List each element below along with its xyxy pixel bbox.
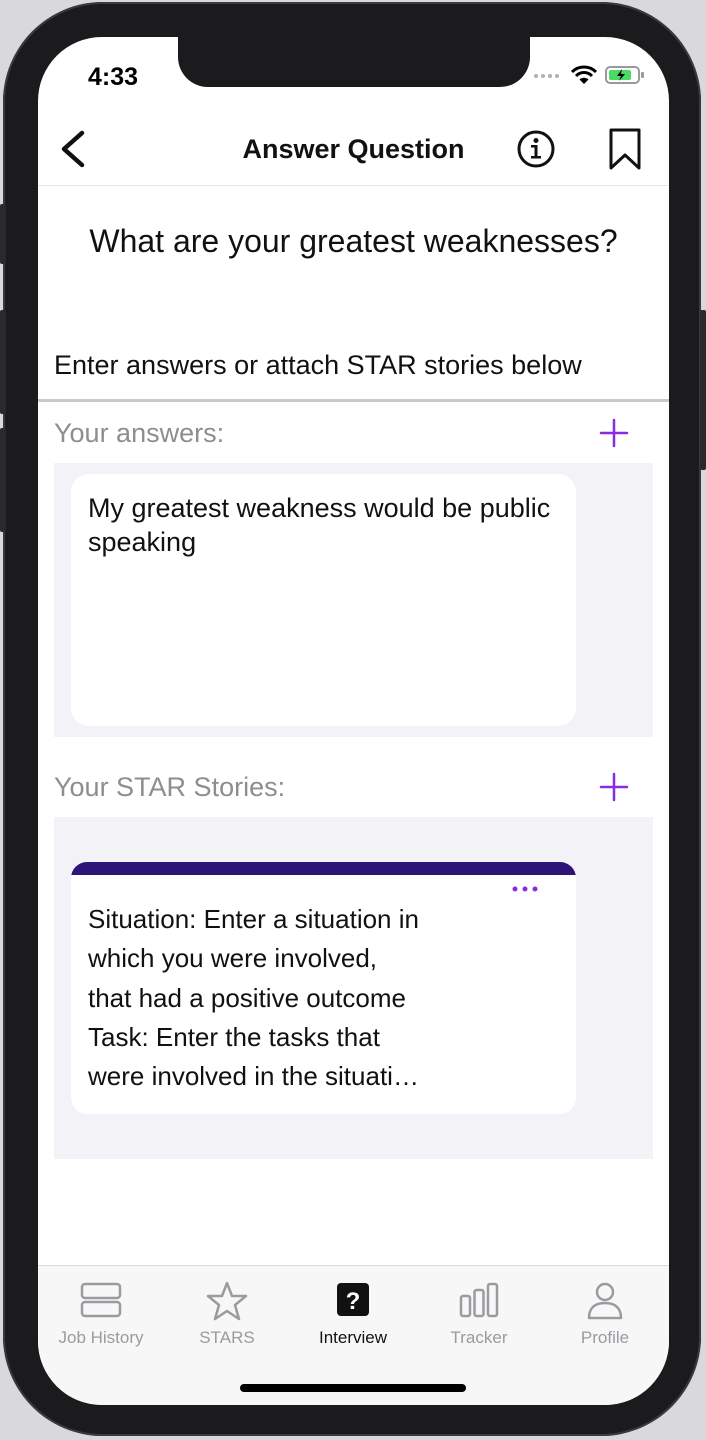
stories-section-label: Your STAR Stories: xyxy=(54,772,286,802)
app-screen: 4:33 Answer Question What are your great… xyxy=(38,37,669,1405)
side-button xyxy=(0,204,6,264)
bookmark-icon[interactable] xyxy=(608,127,642,171)
navigation-bar: Answer Question xyxy=(38,117,669,186)
star-icon xyxy=(206,1281,248,1321)
svg-text:?: ? xyxy=(346,1288,361,1315)
side-button xyxy=(0,310,6,414)
tab-interview[interactable]: ? Interview xyxy=(290,1280,416,1348)
tab-profile[interactable]: Profile xyxy=(542,1280,668,1348)
question-text: What are your greatest weaknesses? xyxy=(89,223,618,259)
side-button xyxy=(700,310,706,470)
tab-label: STARS xyxy=(199,1328,255,1347)
side-button xyxy=(0,428,6,532)
info-icon[interactable] xyxy=(516,129,556,169)
answer-card[interactable]: My greatest weakness would be public spe… xyxy=(71,474,576,726)
more-options-icon[interactable] xyxy=(510,884,540,894)
tab-tracker[interactable]: Tracker xyxy=(416,1280,542,1348)
tab-job-history[interactable]: Job History xyxy=(38,1280,164,1348)
page-title: Answer Question xyxy=(242,134,465,164)
tab-label: Tracker xyxy=(450,1328,508,1347)
star-story-card[interactable]: Situation: Enter a situation in which yo… xyxy=(71,862,576,1114)
wifi-icon xyxy=(571,65,597,84)
device-frame: 4:33 Answer Question What are your great… xyxy=(0,0,706,1440)
tab-stars[interactable]: STARS xyxy=(164,1280,290,1348)
status-icons xyxy=(533,65,645,85)
stories-panel: Situation: Enter a situation in which yo… xyxy=(54,817,653,1159)
status-time: 4:33 xyxy=(88,63,139,91)
signal-icon xyxy=(534,74,559,78)
question-icon: ? xyxy=(337,1283,369,1316)
battery-icon xyxy=(605,66,644,84)
star-card-header-bar xyxy=(71,862,576,875)
notch xyxy=(178,37,530,87)
person-icon xyxy=(587,1282,623,1320)
bar-chart-icon xyxy=(459,1282,499,1318)
divider xyxy=(38,399,669,402)
instruction-text: Enter answers or attach STAR stories bel… xyxy=(54,350,582,380)
add-story-plus-icon[interactable] xyxy=(598,771,630,803)
answers-panel: My greatest weakness would be public spe… xyxy=(54,463,653,737)
tab-label: Interview xyxy=(318,1328,388,1347)
job-history-icon xyxy=(80,1282,122,1318)
tab-label: Profile xyxy=(580,1328,630,1347)
home-indicator xyxy=(240,1384,466,1392)
tab-label: Job History xyxy=(58,1328,144,1347)
star-story-text: Situation: Enter a situation in which yo… xyxy=(88,904,419,1092)
add-answer-plus-icon[interactable] xyxy=(598,417,630,449)
answers-section-label: Your answers: xyxy=(54,418,225,448)
